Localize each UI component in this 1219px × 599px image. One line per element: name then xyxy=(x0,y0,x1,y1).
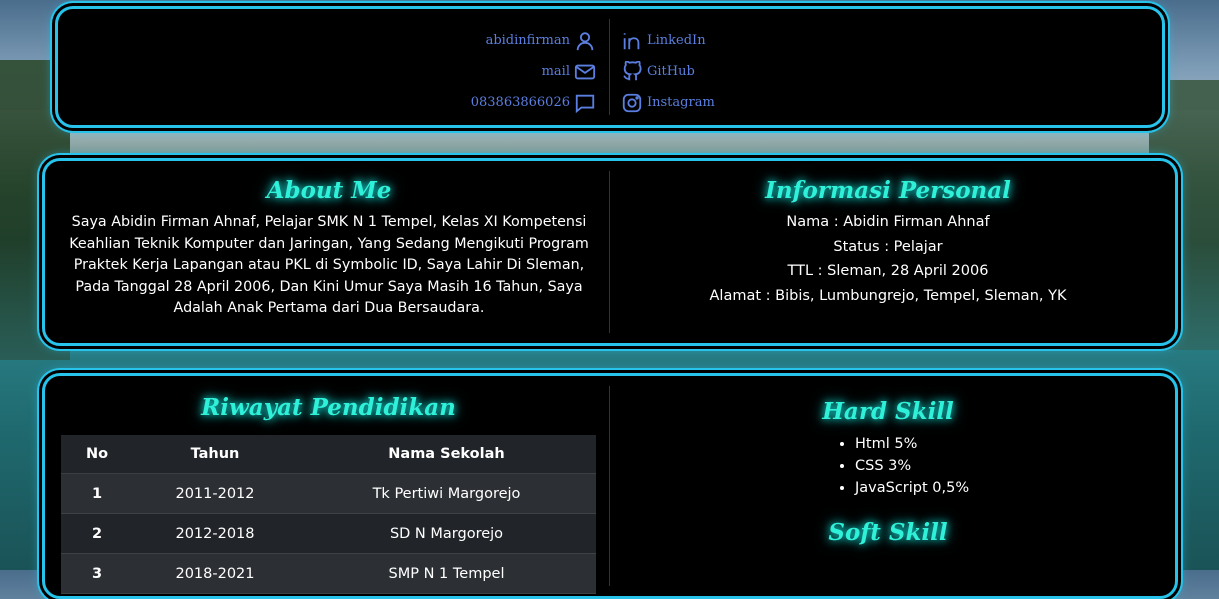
personal-address: Alamat : Bibis, Lumbungrejo, Tempel, Sle… xyxy=(709,288,1067,305)
username-label: abidinfirman xyxy=(485,33,570,48)
cell-no: 2 xyxy=(61,513,133,554)
contact-phone[interactable]: 083863866026 xyxy=(471,87,596,118)
personal-name: Nama : Abidin Firman Ahnaf xyxy=(786,214,990,230)
about-panel: About Me Saya Abidin Firman Ahnaf, Pelaj… xyxy=(42,158,1178,346)
hard-skill-title: Hard Skill xyxy=(822,398,954,425)
table-row: 2 2012-2018 SD N Margorejo xyxy=(61,513,596,554)
contact-username[interactable]: abidinfirman xyxy=(471,25,596,56)
personal-status: Status : Pelajar xyxy=(833,238,943,255)
instagram-icon xyxy=(621,92,643,114)
cell-no: 1 xyxy=(61,473,133,514)
mail-icon xyxy=(574,61,596,83)
soft-skill-title: Soft Skill xyxy=(828,519,948,546)
contact-github[interactable]: GitHub xyxy=(621,56,715,87)
cell-sekolah: Tk Pertiwi Margorejo xyxy=(297,473,596,514)
contact-panel: abidinfirman mail 083863866026 LinkedIn … xyxy=(55,6,1165,128)
linkedin-label: LinkedIn xyxy=(647,33,706,48)
col-nama-sekolah: Nama Sekolah xyxy=(297,435,596,474)
education-skills-panel: Riwayat Pendidikan No Tahun Nama Sekolah… xyxy=(42,373,1178,599)
list-item: Html 5% xyxy=(855,433,1156,455)
cell-sekolah: SD N Margorejo xyxy=(297,513,596,554)
education-table: No Tahun Nama Sekolah 1 2011-2012 Tk Per… xyxy=(61,435,596,594)
chat-icon xyxy=(574,92,596,114)
instagram-label: Instagram xyxy=(647,95,715,110)
github-label: GitHub xyxy=(647,64,695,79)
personal-birth: TTL : Sleman, 28 April 2006 xyxy=(787,263,989,280)
table-row: 3 2018-2021 SMP N 1 Tempel xyxy=(61,553,596,594)
education-title: Riwayat Pendidikan xyxy=(201,394,456,421)
about-title: About Me xyxy=(266,177,392,204)
contact-divider xyxy=(609,19,610,115)
about-divider xyxy=(609,171,610,333)
list-item: CSS 3% xyxy=(855,455,1156,477)
about-section: About Me Saya Abidin Firman Ahnaf, Pelaj… xyxy=(59,177,599,320)
cell-sekolah: SMP N 1 Tempel xyxy=(297,553,596,594)
contact-right-column: LinkedIn GitHub Instagram xyxy=(621,25,715,118)
cell-no: 3 xyxy=(61,553,133,594)
table-row: 1 2011-2012 Tk Pertiwi Margorejo xyxy=(61,473,596,514)
education-section: Riwayat Pendidikan No Tahun Nama Sekolah… xyxy=(61,394,596,594)
hard-skill-list: Html 5% CSS 3% JavaScript 0,5% xyxy=(620,433,1156,499)
cell-tahun: 2011-2012 xyxy=(133,473,297,514)
contact-mail[interactable]: mail xyxy=(471,56,596,87)
contact-left-column: abidinfirman mail 083863866026 xyxy=(471,25,596,118)
user-icon xyxy=(574,30,596,52)
personal-section: Informasi Personal Nama : Abidin Firman … xyxy=(620,177,1156,309)
lower-divider xyxy=(609,386,610,586)
cell-tahun: 2018-2021 xyxy=(133,553,297,594)
mail-label: mail xyxy=(541,64,570,79)
contact-linkedin[interactable]: LinkedIn xyxy=(621,25,715,56)
about-text: Saya Abidin Firman Ahnaf, Pelajar SMK N … xyxy=(69,214,589,316)
cell-tahun: 2012-2018 xyxy=(133,513,297,554)
contact-instagram[interactable]: Instagram xyxy=(621,87,715,118)
phone-label: 083863866026 xyxy=(470,95,570,110)
col-tahun: Tahun xyxy=(133,435,297,474)
table-header-row: No Tahun Nama Sekolah xyxy=(61,435,596,474)
skills-section: Hard Skill Html 5% CSS 3% JavaScript 0,5… xyxy=(620,398,1156,546)
github-icon xyxy=(621,60,643,83)
col-no: No xyxy=(61,435,133,474)
linkedin-icon xyxy=(621,30,643,52)
list-item: JavaScript 0,5% xyxy=(855,477,1156,499)
personal-title: Informasi Personal xyxy=(765,177,1011,204)
